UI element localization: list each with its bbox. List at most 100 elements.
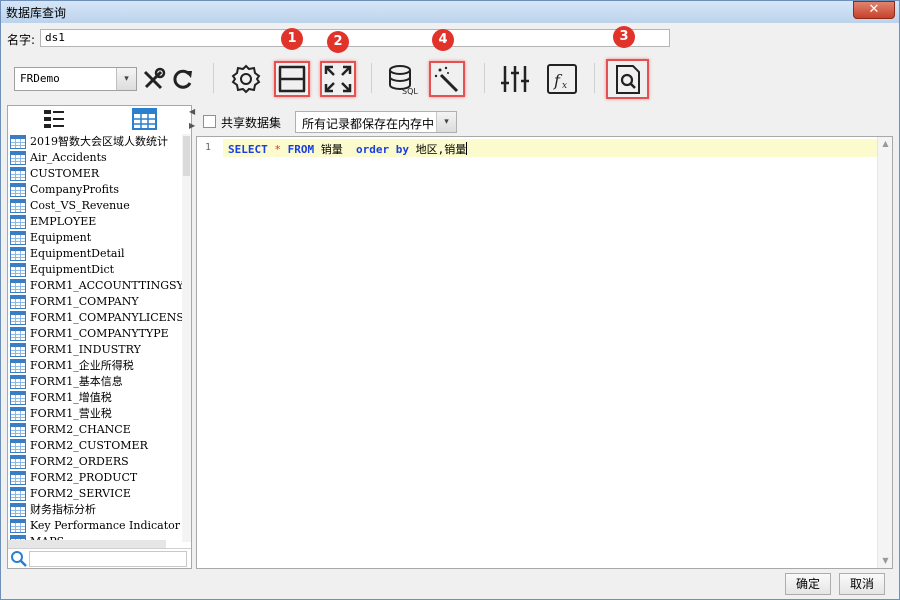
table-list-item[interactable]: FORM2_ORDERS xyxy=(8,454,182,470)
svg-text:SQL: SQL xyxy=(402,87,418,96)
table-list-item[interactable]: FORM2_CHANCE xyxy=(8,422,182,438)
magic-wand-icon xyxy=(434,66,459,93)
table-icon xyxy=(10,471,26,485)
preview-button[interactable] xyxy=(606,59,649,99)
name-label: 名字: xyxy=(7,33,36,47)
table-list-item[interactable]: Equipment xyxy=(8,230,182,246)
table-list-scrollbar[interactable] xyxy=(182,134,191,542)
table-browser-panel: 2019智数大会区域人数统计 Air_Accidents CUSTOMER Compa… xyxy=(7,105,192,569)
toolbar-separator xyxy=(484,63,485,93)
table-list-item[interactable]: FORM1_INDUSTRY xyxy=(8,342,182,358)
formula-button[interactable]: f x xyxy=(544,61,580,97)
database-sql-icon: SQL xyxy=(389,65,418,96)
toolbar-separator xyxy=(594,63,595,93)
table-name: FORM1_COMPANYLICENSE xyxy=(30,311,182,324)
wrench-icon xyxy=(143,67,166,90)
chevron-down-icon[interactable]: ▾ xyxy=(436,112,456,132)
sql-wizard-button[interactable] xyxy=(429,61,465,97)
sql-editor[interactable]: 1 SELECT * FROM 销量 order by 地区,销量 ▲ ▼ xyxy=(196,136,893,569)
table-icon xyxy=(10,487,26,501)
table-name: Key Performance Indicator xyxy=(30,519,181,532)
scroll-down-icon[interactable]: ▼ xyxy=(880,556,891,566)
sql-keyword-by: by xyxy=(395,143,409,156)
name-input[interactable]: ds1 xyxy=(40,29,670,47)
table-list-item[interactable]: FORM1_COMPANY xyxy=(8,294,182,310)
table-name: EquipmentDetail xyxy=(30,247,125,260)
table-list-item[interactable]: FORM1_营业税 xyxy=(8,406,182,422)
table-list-item[interactable]: CompanyProfits xyxy=(8,182,182,198)
sql-query-button[interactable]: SQL xyxy=(385,61,421,97)
table-list-item[interactable]: FORM1_COMPANYLICENSE xyxy=(8,310,182,326)
connection-settings-button[interactable] xyxy=(141,61,167,97)
view-tabs xyxy=(8,106,191,134)
table-name: Air_Accidents xyxy=(30,151,107,164)
marker-3: 3 xyxy=(613,26,635,48)
table-name: 2019智数大会区域人数统计 xyxy=(30,135,168,148)
editor-scrollbar[interactable]: ▲ ▼ xyxy=(877,137,892,568)
table-view-icon[interactable] xyxy=(132,108,157,130)
table-list-item[interactable]: FORM1_企业所得税 xyxy=(8,358,182,374)
scroll-up-icon[interactable]: ▲ xyxy=(880,139,891,149)
table-list-item[interactable]: FORM1_增值税 xyxy=(8,390,182,406)
collapse-left-icon[interactable]: ◀ xyxy=(189,107,195,116)
table-name: CUSTOMER xyxy=(30,167,100,180)
table-list-item[interactable]: FORM1_ACCOUNTTINGSYSTEM xyxy=(8,278,182,294)
expand-right-icon[interactable]: ▶ xyxy=(189,121,195,130)
table-name: FORM2_CUSTOMER xyxy=(30,439,148,452)
parameter-adjust-button[interactable] xyxy=(497,61,533,97)
sql-keyword-order: order xyxy=(356,143,390,156)
ok-button[interactable]: 确定 xyxy=(785,573,831,595)
table-name: FORM2_ORDERS xyxy=(30,455,129,468)
line-number: 1 xyxy=(205,142,212,153)
table-icon xyxy=(10,423,26,437)
table-icon xyxy=(10,407,26,421)
search-icon xyxy=(11,551,27,567)
table-name: FORM1_COMPANY xyxy=(30,295,139,308)
table-list-item[interactable]: Cost_VS_Revenue xyxy=(8,198,182,214)
table-search-row xyxy=(8,548,191,568)
split-view-button[interactable] xyxy=(274,61,310,97)
table-list-item[interactable]: EMPLOYEE xyxy=(8,214,182,230)
table-list-item[interactable]: FORM2_SERVICE xyxy=(8,486,182,502)
table-icon xyxy=(10,327,26,341)
table-list-item[interactable]: Air_Accidents xyxy=(8,150,182,166)
database-query-dialog: 数据库查询 ✕ 名字: ds1 FRDemo ▾ 1 2 SQL 4 f x 3… xyxy=(0,0,900,600)
close-button[interactable]: ✕ xyxy=(853,1,895,19)
table-name: FORM1_增值税 xyxy=(30,391,112,404)
toolbar: FRDemo ▾ 1 2 SQL 4 f x 3 xyxy=(1,26,899,103)
table-list-item[interactable]: EquipmentDict xyxy=(8,262,182,278)
sql-keyword-from: FROM xyxy=(287,143,315,156)
scrollbar-thumb[interactable] xyxy=(183,136,190,176)
sql-keyword-select: SELECT xyxy=(228,143,268,156)
table-list-item[interactable]: 2019智数大会区域人数统计 xyxy=(8,134,182,150)
share-dataset-checkbox[interactable] xyxy=(203,115,216,128)
line-number-gutter: 1 xyxy=(197,137,223,568)
table-list-item[interactable]: CUSTOMER xyxy=(8,166,182,182)
table-icon xyxy=(10,247,26,261)
table-list-item[interactable]: Key Performance Indicator xyxy=(8,518,182,534)
table-icon xyxy=(10,151,26,165)
table-list-item[interactable]: FORM1_基本信息 xyxy=(8,374,182,390)
datasource-select[interactable]: FRDemo ▾ xyxy=(14,67,137,91)
cancel-button[interactable]: 取消 xyxy=(839,573,885,595)
table-list-item[interactable]: 财务指标分析 xyxy=(8,502,182,518)
table-list: 2019智数大会区域人数统计 Air_Accidents CUSTOMER Compa… xyxy=(8,134,182,542)
table-search-input[interactable] xyxy=(29,551,187,567)
table-list-item[interactable]: FORM2_CUSTOMER xyxy=(8,438,182,454)
memory-mode-select[interactable]: 所有记录都保存在内存中 ▾ xyxy=(295,111,457,133)
chevron-down-icon[interactable]: ▾ xyxy=(116,68,136,90)
marker-4: 4 xyxy=(432,29,454,51)
table-list-hscrollbar[interactable] xyxy=(8,540,166,548)
current-line[interactable]: SELECT * FROM 销量 order by 地区,销量 xyxy=(223,139,877,157)
table-name: Cost_VS_Revenue xyxy=(30,199,130,212)
table-list-item[interactable]: FORM1_COMPANYTYPE xyxy=(8,326,182,342)
refresh-button[interactable] xyxy=(169,61,195,97)
table-icon xyxy=(10,311,26,325)
table-list-item[interactable]: FORM2_PRODUCT xyxy=(8,470,182,486)
table-list-item[interactable]: EquipmentDetail xyxy=(8,246,182,262)
table-icon xyxy=(10,263,26,277)
list-view-icon[interactable] xyxy=(43,109,65,129)
maximize-button[interactable] xyxy=(320,61,356,97)
svg-text:x: x xyxy=(562,81,567,91)
parameter-settings-button[interactable] xyxy=(228,61,264,97)
